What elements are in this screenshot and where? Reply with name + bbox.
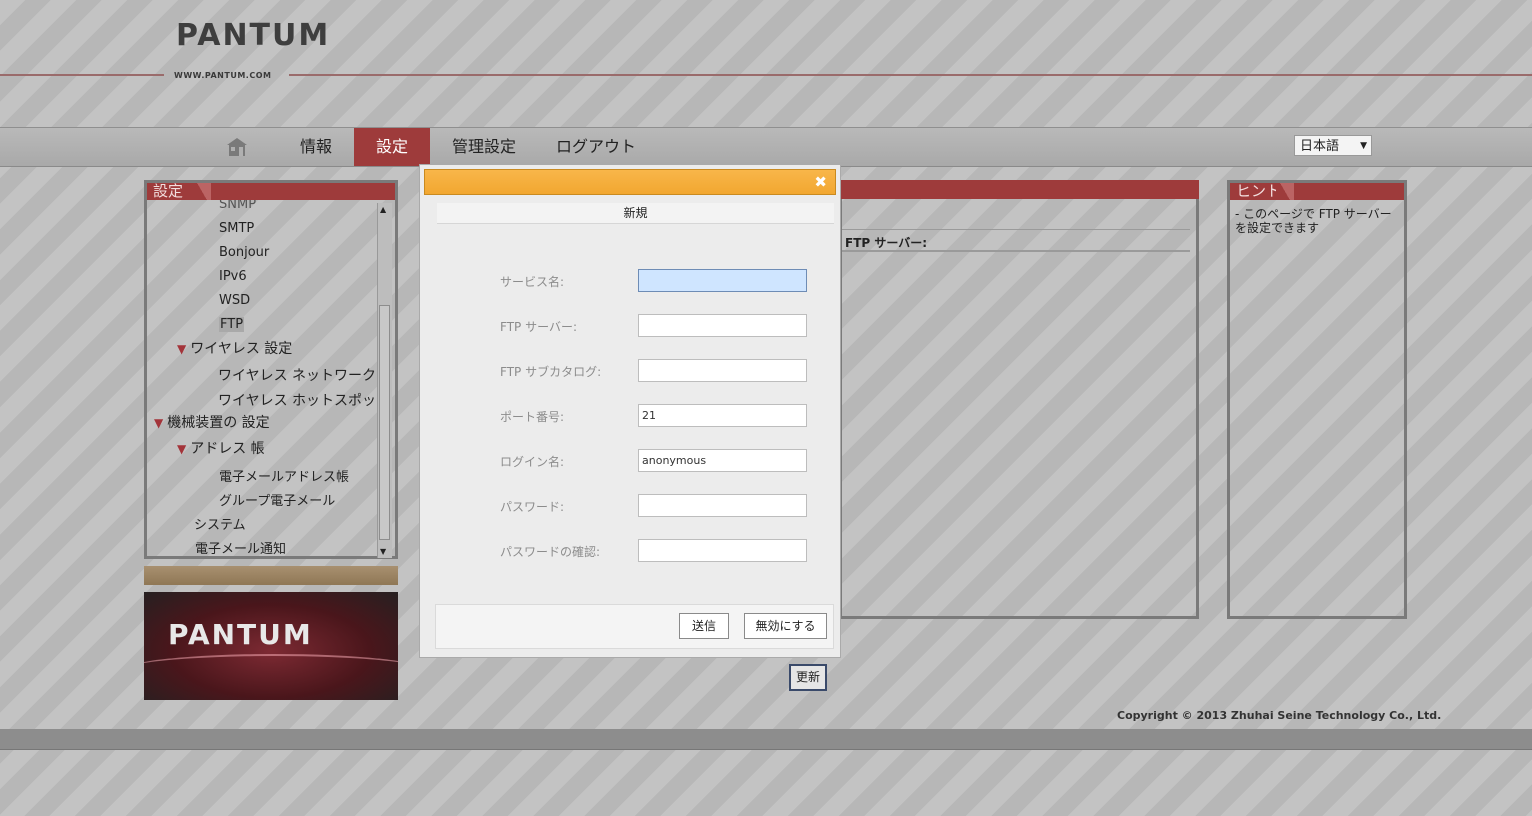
sidebar-item-email-notification[interactable]: 電子メール通知	[195, 538, 286, 556]
password-confirm-input[interactable]	[638, 539, 807, 562]
submit-button[interactable]: 送信	[679, 613, 729, 639]
sidebar-item-device-settings[interactable]: ▼ 機械装置の 設定	[154, 412, 270, 432]
header-divider-right	[289, 74, 1532, 76]
refresh-button[interactable]: 更新	[789, 664, 827, 691]
port-number-input[interactable]	[638, 404, 807, 427]
ftp-underline	[842, 250, 1190, 252]
hint-panel: ヒント - このページで FTP サーバーを設定できます	[1227, 180, 1407, 619]
header-tab-decoration	[193, 183, 211, 200]
sidebar-item-ipv6[interactable]: IPv6	[219, 269, 247, 284]
dialog-footer: 送信 無効にする	[435, 604, 834, 649]
sidebar-item-label: アドレス 帳	[190, 441, 265, 457]
home-icon[interactable]	[226, 137, 248, 157]
sidebar-gold-bar	[144, 566, 398, 585]
sidebar-header: 設定	[147, 183, 395, 200]
chevron-down-icon: ▼	[1360, 141, 1367, 151]
sidebar-item-smtp[interactable]: SMTP	[219, 221, 254, 236]
new-ftp-dialog: ✖ 新規 サービス名: FTP サーバー: FTP サブカタログ: ポート番号:…	[419, 164, 841, 658]
sidebar-tree: SNMP SMTP Bonjour IPv6 WSD FTP ▼ ワイヤレス 設定…	[147, 200, 379, 556]
dialog-subtitle: 新規	[437, 203, 834, 224]
service-name-input[interactable]	[638, 269, 807, 292]
sidebar-item-ftp[interactable]: FTP	[219, 317, 245, 332]
port-number-label: ポート番号:	[500, 410, 565, 424]
login-name-input[interactable]	[638, 449, 807, 472]
header-divider-left	[0, 74, 164, 76]
nav-settings[interactable]: 設定	[354, 128, 430, 166]
hint-text: - このページで FTP サーバーを設定できます	[1235, 207, 1392, 235]
sidebar-item-email-address-book[interactable]: 電子メールアドレス帳	[219, 466, 349, 485]
nav-logout[interactable]: ログアウト	[548, 128, 644, 166]
header-tab-decoration	[1276, 183, 1294, 200]
password-confirm-label: パスワードの確認:	[500, 545, 601, 559]
banner-logo: PANTUM	[168, 618, 313, 651]
copyright-text: Copyright © 2013 Zhuhai Seine Technology…	[1117, 709, 1442, 722]
close-icon[interactable]: ✖	[814, 173, 827, 191]
logo-url: WWW.PANTUM.COM	[174, 71, 272, 80]
sidebar-item-group-email[interactable]: グループ電子メール	[219, 490, 335, 509]
pantum-banner: PANTUM	[144, 592, 398, 700]
sidebar-item-system[interactable]: システム	[194, 514, 246, 533]
content-header	[839, 180, 1199, 199]
sidebar-scrollbar[interactable]: ▲ ▼	[377, 203, 392, 558]
ftp-top-line	[842, 229, 1190, 230]
cancel-button[interactable]: 無効にする	[744, 613, 827, 639]
ftp-subcatalog-input[interactable]	[638, 359, 807, 382]
language-value: 日本語	[1300, 139, 1340, 154]
service-name-label: サービス名:	[500, 275, 565, 289]
footer-bar	[0, 729, 1532, 750]
expand-triangle-icon: ▼	[177, 342, 187, 356]
sidebar-item-snmp[interactable]: SNMP	[219, 200, 256, 212]
pantum-logo: PANTUM	[176, 18, 331, 53]
banner-swoosh	[144, 654, 398, 686]
sidebar-item-address-book[interactable]: ▼ アドレス 帳	[177, 438, 265, 458]
scroll-up-icon[interactable]: ▲	[380, 205, 386, 214]
settings-sidebar: 設定 SNMP SMTP Bonjour IPv6 WSD FTP ▼ ワイヤレス…	[144, 180, 398, 559]
nav-info[interactable]: 情報	[288, 128, 344, 166]
login-name-label: ログイン名:	[500, 455, 565, 469]
ftp-server-input[interactable]	[638, 314, 807, 337]
sidebar-item-wsd[interactable]: WSD	[219, 293, 250, 308]
hint-header: ヒント	[1230, 183, 1404, 200]
ftp-subcatalog-label: FTP サブカタログ:	[500, 365, 602, 379]
sidebar-item-label: ワイヤレス 設定	[190, 341, 293, 357]
ftp-server-heading: FTP サーバー:	[845, 236, 928, 250]
language-select[interactable]: 日本語 ▼	[1294, 135, 1372, 156]
sidebar-item-wireless-hotspot[interactable]: ワイヤレス ホットスポット	[218, 390, 379, 410]
hint-title: ヒント	[1236, 182, 1282, 200]
scroll-thumb[interactable]	[379, 305, 390, 540]
sidebar-item-wireless-network[interactable]: ワイヤレス ネットワーク	[218, 365, 376, 385]
content-panel	[839, 199, 1199, 619]
sidebar-item-wireless-settings[interactable]: ▼ ワイヤレス 設定	[177, 338, 292, 358]
sidebar-item-label: 機械装置の 設定	[167, 415, 270, 431]
password-input[interactable]	[638, 494, 807, 517]
scroll-down-icon[interactable]: ▼	[380, 547, 386, 556]
password-label: パスワード:	[500, 500, 565, 514]
nav-management[interactable]: 管理設定	[440, 128, 528, 166]
sidebar-item-bonjour[interactable]: Bonjour	[219, 245, 269, 260]
dialog-title-bar: ✖	[424, 169, 836, 195]
expand-triangle-icon: ▼	[154, 416, 164, 430]
ftp-server-label: FTP サーバー:	[500, 320, 577, 334]
sidebar-title: 設定	[153, 182, 184, 200]
expand-triangle-icon: ▼	[177, 442, 187, 456]
